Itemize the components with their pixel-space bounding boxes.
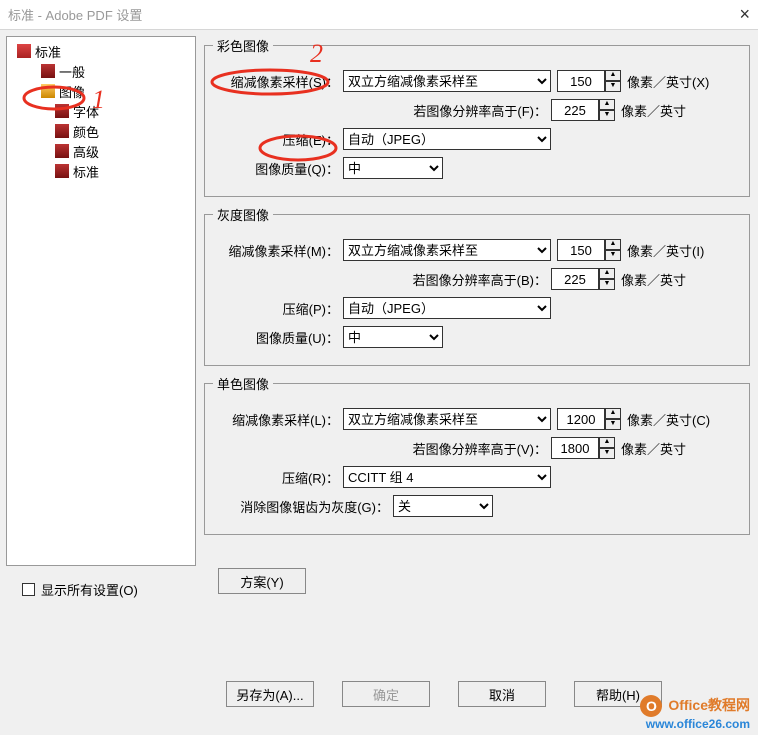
titlebar: 标准 - Adobe PDF 设置 × — [0, 0, 758, 30]
above-label: 若图像分辨率高于(V)： — [213, 439, 551, 458]
compress-select[interactable]: CCITT 组 4 — [343, 466, 551, 488]
node-icon — [55, 164, 69, 178]
tree-item-label: 字体 — [73, 102, 99, 121]
antialias-label: 消除图像锯齿为灰度(G)： — [213, 497, 393, 516]
node-icon — [55, 124, 69, 138]
node-icon — [41, 64, 55, 78]
unit-label: 像素／英寸 — [615, 101, 686, 120]
scheme-button[interactable]: 方案(Y) — [218, 568, 306, 594]
group-legend: 灰度图像 — [213, 205, 273, 224]
quality-select[interactable]: 中 — [343, 157, 443, 179]
group-legend: 单色图像 — [213, 374, 273, 393]
cancel-button[interactable]: 取消 — [458, 681, 546, 707]
downsample-label: 缩减像素采样(M)： — [213, 241, 343, 260]
tree-root-item[interactable]: 标准 — [13, 41, 195, 61]
downsample-select[interactable]: 双立方缩减像素采样至 — [343, 408, 551, 430]
close-icon[interactable]: × — [739, 4, 750, 25]
spinner[interactable]: ▲▼ — [599, 99, 615, 121]
downsample-label: 缩减像素采样(L)： — [213, 410, 343, 429]
downsample-ppi-input[interactable] — [557, 239, 605, 261]
tree-item-images[interactable]: 图像 — [13, 81, 195, 101]
downsample-select[interactable]: 双立方缩减像素采样至 — [343, 239, 551, 261]
folder-open-icon — [41, 84, 55, 98]
unit-label: 像素／英寸(I) — [621, 241, 704, 260]
downsample-ppi-input[interactable] — [557, 70, 605, 92]
compress-label: 压缩(E)： — [213, 130, 343, 149]
group-color-images: 彩色图像 缩减像素采样(S)： 双立方缩减像素采样至 ▲▼ 像素／英寸(X) 若… — [204, 36, 750, 197]
tree-root-label: 标准 — [35, 42, 61, 61]
compress-label: 压缩(R)： — [213, 468, 343, 487]
compress-select[interactable]: 自动（JPEG） — [343, 128, 551, 150]
tree-item-label: 颜色 — [73, 122, 99, 141]
tree-item-colors[interactable]: 颜色 — [13, 121, 195, 141]
tree-item-label: 标准 — [73, 162, 99, 181]
show-all-label: 显示所有设置(O) — [41, 580, 138, 599]
antialias-select[interactable]: 关 — [393, 495, 493, 517]
quality-label: 图像质量(U)： — [213, 328, 343, 347]
compress-label: 压缩(P)： — [213, 299, 343, 318]
quality-label: 图像质量(Q)： — [213, 159, 343, 178]
spinner[interactable]: ▲▼ — [605, 408, 621, 430]
tree-item-advanced[interactable]: 高级 — [13, 141, 195, 161]
above-ppi-input[interactable] — [551, 99, 599, 121]
group-gray-images: 灰度图像 缩减像素采样(M)： 双立方缩减像素采样至 ▲▼ 像素／英寸(I) 若… — [204, 205, 750, 366]
downsample-select[interactable]: 双立方缩减像素采样至 — [343, 70, 551, 92]
group-mono-images: 单色图像 缩减像素采样(L)： 双立方缩减像素采样至 ▲▼ 像素／英寸(C) 若… — [204, 374, 750, 535]
sidebar: 标准 一般 图像 字体 颜色 高级 — [6, 36, 196, 566]
tree-item-standard[interactable]: 标准 — [13, 161, 195, 181]
unit-label: 像素／英寸(X) — [621, 72, 709, 91]
watermark-title: Office教程网 — [668, 697, 750, 713]
window-title: 标准 - Adobe PDF 设置 — [8, 5, 739, 24]
unit-label: 像素／英寸 — [615, 270, 686, 289]
node-icon — [55, 144, 69, 158]
quality-select[interactable]: 中 — [343, 326, 443, 348]
ok-button[interactable]: 确定 — [342, 681, 430, 707]
checkbox-icon[interactable] — [22, 583, 35, 596]
tree-item-fonts[interactable]: 字体 — [13, 101, 195, 121]
tree-item-label: 图像 — [59, 82, 85, 101]
unit-label: 像素／英寸(C) — [621, 410, 710, 429]
spinner[interactable]: ▲▼ — [599, 268, 615, 290]
above-ppi-input[interactable] — [551, 268, 599, 290]
pdf-icon — [17, 44, 31, 58]
tree-item-label: 高级 — [73, 142, 99, 161]
tree-item-label: 一般 — [59, 62, 85, 81]
watermark-url: www.office26.com — [640, 717, 750, 731]
above-label: 若图像分辨率高于(F)： — [213, 101, 551, 120]
unit-label: 像素／英寸 — [615, 439, 686, 458]
saveas-button[interactable]: 另存为(A)... — [226, 681, 314, 707]
spinner[interactable]: ▲▼ — [605, 70, 621, 92]
office-icon: O — [640, 695, 662, 717]
tree-item-general[interactable]: 一般 — [13, 61, 195, 81]
compress-select[interactable]: 自动（JPEG） — [343, 297, 551, 319]
spinner[interactable]: ▲▼ — [599, 437, 615, 459]
group-legend: 彩色图像 — [213, 36, 273, 55]
downsample-ppi-input[interactable] — [557, 408, 605, 430]
node-icon — [55, 104, 69, 118]
above-ppi-input[interactable] — [551, 437, 599, 459]
watermark: O Office教程网 www.office26.com — [640, 695, 750, 731]
above-label: 若图像分辨率高于(B)： — [213, 270, 551, 289]
spinner[interactable]: ▲▼ — [605, 239, 621, 261]
show-all-row[interactable]: 显示所有设置(O) — [22, 580, 138, 599]
downsample-label: 缩减像素采样(S)： — [213, 72, 343, 91]
